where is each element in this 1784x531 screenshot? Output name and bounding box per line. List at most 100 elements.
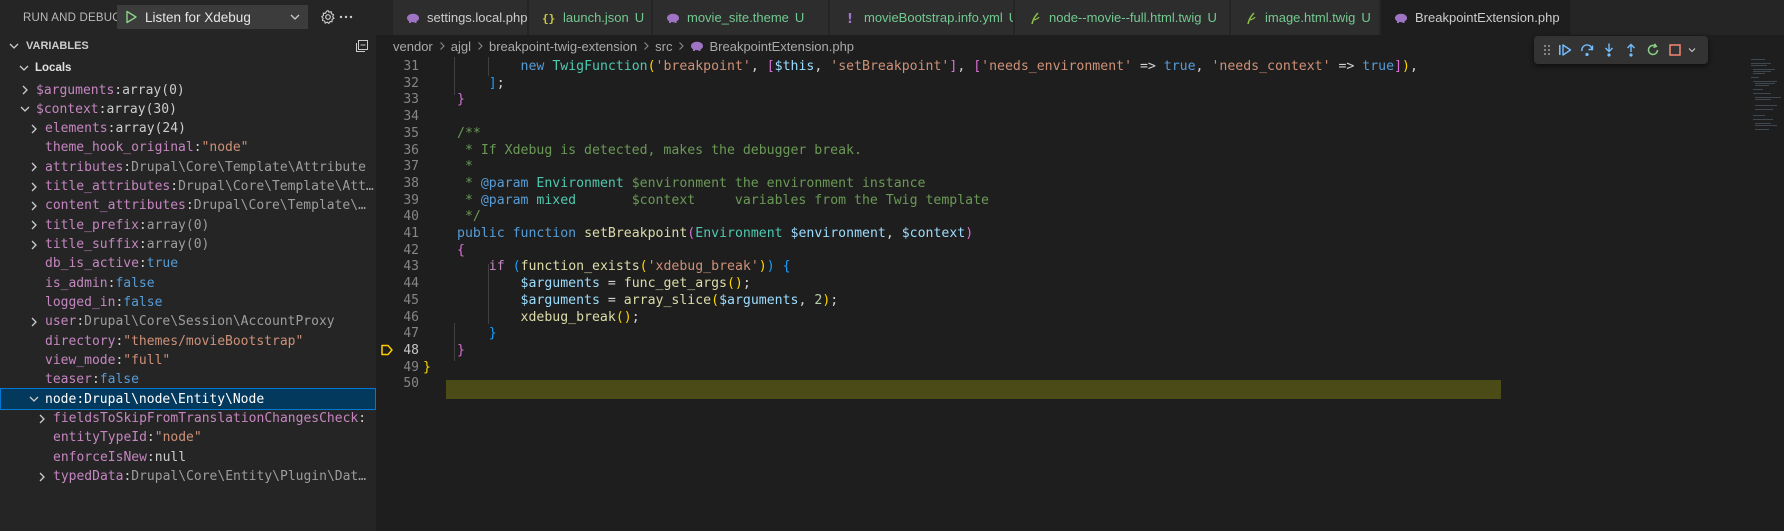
restart-icon[interactable] [1642,39,1664,61]
chevron-down-icon[interactable] [1686,39,1698,61]
chevron-right-icon[interactable] [26,314,42,330]
breadcrumb-item[interactable]: BreakpointExtension.php [709,39,854,54]
editor-tab[interactable]: BreakpointExtension.php [1381,0,1571,35]
line-number[interactable]: 41 [376,226,419,241]
tab-label: settings.local.php [427,10,528,25]
name-value-separator: : [98,101,107,117]
chevron-right-icon[interactable] [26,179,42,195]
stop-icon[interactable] [1664,39,1686,61]
gear-icon[interactable] [319,8,337,26]
chevron-down-icon[interactable] [16,60,32,76]
code-text: xdebug_break(); [520,309,640,325]
php-elephant-icon [405,10,421,26]
line-number[interactable]: 37 [376,159,419,174]
name-value-separator: : [138,256,147,272]
chevron-right-icon[interactable] [26,159,42,175]
editor-tab[interactable]: settings.local.php [393,0,528,35]
chevron-right-icon [475,41,485,51]
chevron-down-icon[interactable] [286,11,304,23]
breadcrumb-item[interactable]: breakpoint-twig-extension [489,39,637,54]
step-into-icon[interactable] [1598,39,1620,61]
git-status-badge: U [1361,10,1371,25]
step-out-icon[interactable] [1620,39,1642,61]
editor-tab[interactable]: movie_site.theme U [653,0,829,35]
play-icon[interactable] [121,7,141,27]
variable-value: array(24) [115,121,186,137]
line-number[interactable]: 49 [376,360,419,375]
svg-text:!: ! [847,12,853,25]
editor-tab[interactable]: {} launch.json U [529,0,652,35]
line-number[interactable]: 33 [376,92,419,107]
chevron-right-icon [437,41,447,51]
chevron-right-icon [641,41,651,51]
line-number[interactable]: 35 [376,126,419,141]
line-number[interactable]: 40 [376,209,419,224]
line-number[interactable]: 38 [376,176,419,191]
git-status-badge: U [634,10,645,25]
chevron-right-icon[interactable] [34,469,50,485]
name-value-separator: : [76,391,85,407]
sidebar-title: RUN AND DEBUG [23,11,122,24]
chevron-right-icon[interactable] [17,82,33,98]
chevron-right-icon[interactable] [26,237,42,253]
line-number[interactable]: 32 [376,76,419,91]
variable-row[interactable]: typedData: Drupal\Core\Entity\Plugin\Dat… [0,466,376,488]
line-number[interactable]: 42 [376,243,419,258]
launch-config-select[interactable]: Listen for Xdebug [117,5,308,29]
variable-value: "node" [201,140,249,156]
chevron-down-icon[interactable] [26,391,42,407]
collapse-all-icon[interactable] [354,38,370,54]
line-number[interactable]: 45 [376,293,419,308]
chevron-right-icon[interactable] [34,411,50,427]
variable-name: view_mode [45,353,116,369]
code-text: } [488,326,497,342]
variables-section-header[interactable]: VARIABLES [0,35,376,57]
variable-value: array(0) [146,217,210,233]
tab-label: BreakpointExtension.php [1415,10,1560,25]
line-number[interactable]: 31 [376,59,419,74]
git-status-badge: U [1009,10,1013,25]
scope-label: Locals [35,62,72,74]
scope-locals[interactable]: Locals [0,57,376,79]
editor-tab[interactable]: node--movie--full.html.twig U [1015,0,1230,35]
line-number[interactable]: 43 [376,259,419,274]
line-number[interactable]: 36 [376,143,419,158]
code-editor[interactable]: 31 new TwigFunction('breakpoint', [$this… [376,57,1784,531]
line-number[interactable]: 46 [376,310,419,325]
name-value-separator: : [185,198,194,214]
step-over-icon[interactable] [1576,39,1598,61]
editor-tab-bar: mlMsettings.local.php{}launch.jsonUmovie… [376,0,1784,35]
minimap[interactable] [1749,57,1784,167]
line-number[interactable]: 34 [376,109,419,124]
code-text: } [457,92,465,108]
continue-icon[interactable] [1554,39,1576,61]
code-line[interactable]: 50 [376,374,1784,393]
editor-tab[interactable]: ! movieBootstrap.info.yml U [830,0,1014,35]
name-value-separator: : [193,140,202,156]
chevron-down-icon[interactable] [6,38,22,54]
line-number[interactable]: 47 [376,326,419,341]
line-number[interactable]: 44 [376,276,419,291]
line-number[interactable]: 39 [376,193,419,208]
breadcrumb-item[interactable]: ajgl [451,39,471,54]
line-number[interactable]: 50 [376,376,419,391]
name-value-separator: : [76,314,85,330]
editor-tab[interactable]: image.html.twig U [1231,0,1380,35]
more-actions-icon[interactable] [337,8,355,26]
variable-name: title_prefix [45,217,139,233]
variable-name: db_is_active [45,256,139,272]
chevron-right-icon[interactable] [26,198,42,214]
chevron-right-icon[interactable] [26,217,42,233]
breakpoint-stopped-icon[interactable] [380,343,394,357]
chevron-right-icon[interactable] [26,121,42,137]
name-value-separator: : [146,449,155,465]
breadcrumb-item[interactable]: vendor [393,39,433,54]
drag-handle-icon[interactable] [1540,39,1554,61]
code-text: { [457,242,465,258]
twig-icon [1243,10,1259,26]
chevron-down-icon[interactable] [17,101,33,117]
breadcrumb-item[interactable]: src [655,39,672,54]
